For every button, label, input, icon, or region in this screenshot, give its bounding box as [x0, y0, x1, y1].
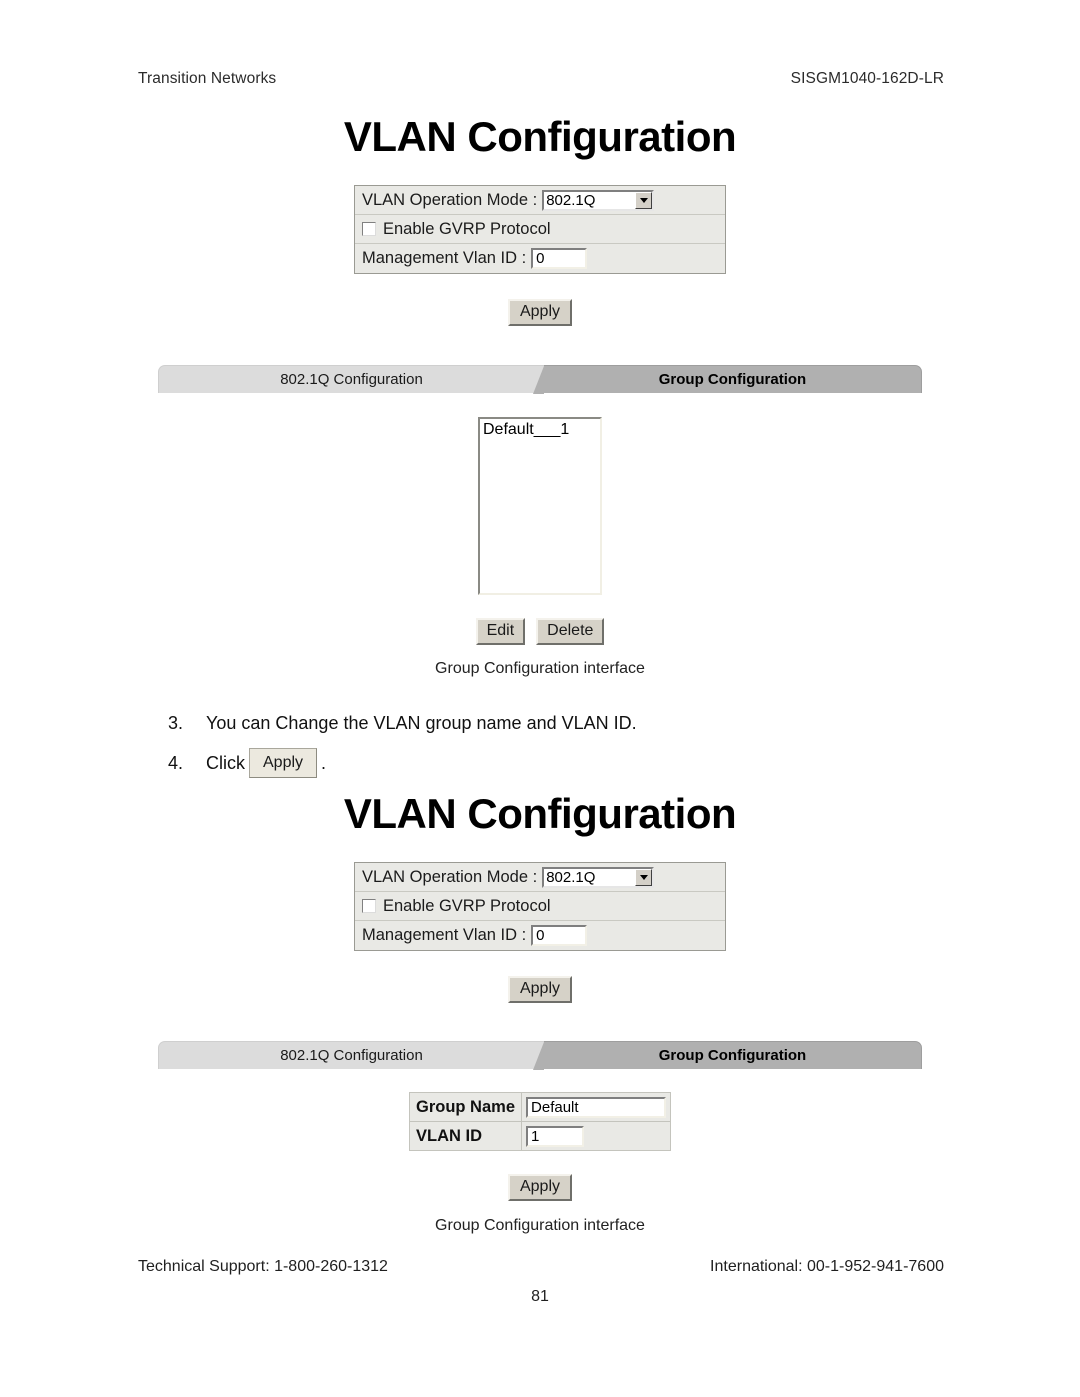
- chevron-down-icon[interactable]: [635, 868, 653, 886]
- step-text-after: .: [321, 752, 327, 773]
- step-3: 3. You can Change the VLAN group name an…: [168, 713, 928, 734]
- chevron-down-icon[interactable]: [635, 191, 653, 209]
- management-vlan-row: Management Vlan ID : 0: [355, 921, 725, 950]
- tab-label: 802.1Q Configuration: [280, 371, 423, 388]
- figure-caption-1: Group Configuration interface: [435, 660, 645, 677]
- management-vlan-input[interactable]: 0: [531, 248, 588, 269]
- vlan-operation-mode-value: 802.1Q: [546, 191, 596, 209]
- step-4: 4. Click Apply .: [168, 748, 928, 778]
- vlan-group-listbox[interactable]: Default___1: [478, 417, 602, 595]
- table-row: Group Name Default: [408, 1092, 672, 1122]
- vlan-settings-panel-1: VLAN Operation Mode : 802.1Q Enable GVRP…: [354, 185, 726, 274]
- tab-group-configuration-2[interactable]: Group Configuration: [533, 1041, 922, 1070]
- apply-button-2[interactable]: Apply: [507, 976, 573, 1003]
- page-running-head: Transition Networks SISGM1040-162D-LR: [138, 70, 944, 88]
- international-text: International: 00-1-952-941-7600: [710, 1258, 944, 1275]
- company-name: Transition Networks: [138, 70, 277, 87]
- screen-title-1: VLAN Configuration: [343, 113, 737, 160]
- tab-8021q-configuration-1[interactable]: 802.1Q Configuration: [158, 365, 544, 393]
- edit-button[interactable]: Edit: [475, 618, 526, 645]
- group-name-cell: Default: [521, 1092, 672, 1122]
- step-number: 3.: [168, 713, 184, 733]
- enable-gvrp-checkbox[interactable]: [362, 222, 376, 236]
- step-number: 4.: [168, 752, 184, 773]
- screen-title-2: VLAN Configuration: [343, 790, 737, 837]
- enable-gvrp-label: Enable GVRP Protocol: [383, 219, 551, 238]
- enable-gvrp-label: Enable GVRP Protocol: [383, 896, 551, 915]
- vlan-operation-mode-select[interactable]: 802.1Q: [542, 866, 655, 888]
- management-vlan-input[interactable]: 0: [531, 925, 588, 946]
- group-name-input[interactable]: Default: [526, 1096, 667, 1118]
- tab-label: 802.1Q Configuration: [280, 1047, 423, 1064]
- tab-label: Group Configuration: [658, 1047, 807, 1064]
- vlan-operation-mode-select[interactable]: 802.1Q: [542, 189, 655, 211]
- inline-apply-button[interactable]: Apply: [249, 748, 318, 778]
- vlan-id-input[interactable]: 1: [526, 1125, 585, 1147]
- gvrp-row: Enable GVRP Protocol: [355, 215, 725, 244]
- enable-gvrp-checkbox[interactable]: [362, 899, 376, 913]
- product-model: SISGM1040-162D-LR: [790, 70, 944, 87]
- tab-strip-1: 802.1Q Configuration Group Configuration: [158, 365, 922, 394]
- vlan-id-cell: 1: [521, 1121, 672, 1151]
- delete-button[interactable]: Delete: [536, 618, 605, 645]
- page-number: 81: [531, 1288, 549, 1305]
- tab-group-configuration-1[interactable]: Group Configuration: [533, 365, 922, 394]
- step-text: You can Change the VLAN group name and V…: [206, 713, 637, 733]
- tab-label: Group Configuration: [658, 371, 807, 388]
- step-text-before: Click: [206, 752, 245, 773]
- management-vlan-row: Management Vlan ID : 0: [355, 244, 725, 273]
- figure-caption-2: Group Configuration interface: [435, 1217, 645, 1234]
- list-item[interactable]: Default___1: [483, 421, 600, 439]
- vlan-operation-mode-row: VLAN Operation Mode : 802.1Q: [355, 863, 725, 892]
- management-vlan-label: Management Vlan ID :: [362, 249, 527, 267]
- page-footer: Technical Support: 1-800-260-1312 Intern…: [138, 1258, 944, 1276]
- group-configuration-form: Group Name Default VLAN ID 1: [408, 1092, 672, 1151]
- vlan-operation-mode-value: 802.1Q: [546, 868, 596, 886]
- apply-button-3[interactable]: Apply: [507, 1174, 573, 1201]
- vlan-operation-mode-row: VLAN Operation Mode : 802.1Q: [355, 186, 725, 215]
- vlan-id-label: VLAN ID: [408, 1121, 523, 1151]
- group-name-label: Group Name: [408, 1092, 523, 1122]
- apply-button-1[interactable]: Apply: [507, 299, 573, 326]
- tab-8021q-configuration-2[interactable]: 802.1Q Configuration: [158, 1041, 544, 1069]
- vlan-operation-mode-label: VLAN Operation Mode :: [362, 867, 538, 886]
- gvrp-row: Enable GVRP Protocol: [355, 892, 725, 921]
- tab-strip-2: 802.1Q Configuration Group Configuration: [158, 1041, 922, 1070]
- table-row: VLAN ID 1: [408, 1121, 672, 1151]
- technical-support-text: Technical Support: 1-800-260-1312: [138, 1258, 388, 1275]
- vlan-settings-panel-2: VLAN Operation Mode : 802.1Q Enable GVRP…: [354, 862, 726, 951]
- vlan-operation-mode-label: VLAN Operation Mode :: [362, 190, 538, 209]
- instruction-steps: 3. You can Change the VLAN group name an…: [168, 713, 928, 792]
- management-vlan-label: Management Vlan ID :: [362, 926, 527, 944]
